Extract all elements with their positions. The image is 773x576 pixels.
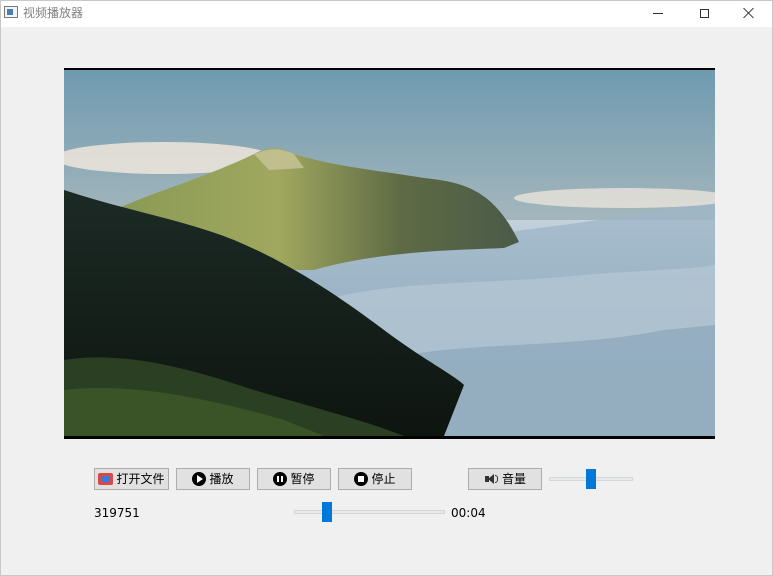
maximize-button[interactable] xyxy=(681,1,727,25)
position-value: 319751 xyxy=(94,506,140,520)
video-display[interactable] xyxy=(64,68,715,439)
play-button[interactable]: 播放 xyxy=(176,468,250,490)
play-label: 播放 xyxy=(209,472,234,486)
app-icon xyxy=(4,6,18,18)
open-file-button[interactable]: 打开文件 xyxy=(94,468,169,490)
pause-label: 暂停 xyxy=(290,472,315,486)
minimize-icon xyxy=(653,12,663,14)
progress-slider-track xyxy=(294,510,445,514)
close-button[interactable] xyxy=(726,1,772,25)
maximize-icon xyxy=(699,8,709,18)
open-file-label: 打开文件 xyxy=(116,472,165,486)
pause-button[interactable]: 暂停 xyxy=(257,468,331,490)
progress-slider[interactable] xyxy=(294,502,445,522)
pause-icon xyxy=(273,472,288,486)
player-window: 视频播放器 打开文件 播放 暂停 停止 音量 319751 00:04 xyxy=(0,0,773,576)
title-bar: 视频播放器 xyxy=(1,1,772,27)
volume-button[interactable]: 音量 xyxy=(468,468,542,490)
volume-label: 音量 xyxy=(501,472,526,486)
window-title: 视频播放器 xyxy=(23,6,84,20)
open-file-icon xyxy=(98,473,114,485)
minimize-button[interactable] xyxy=(635,1,681,25)
stop-label: 停止 xyxy=(371,472,396,486)
volume-slider[interactable] xyxy=(549,469,633,489)
video-frame-image xyxy=(64,70,715,436)
close-icon xyxy=(743,7,755,19)
volume-slider-thumb[interactable] xyxy=(586,469,596,489)
volume-icon xyxy=(484,472,499,486)
stop-button[interactable]: 停止 xyxy=(338,468,412,490)
play-icon xyxy=(192,472,207,486)
stop-icon xyxy=(354,472,369,486)
progress-slider-thumb[interactable] xyxy=(322,502,332,522)
time-display: 00:04 xyxy=(451,506,486,520)
